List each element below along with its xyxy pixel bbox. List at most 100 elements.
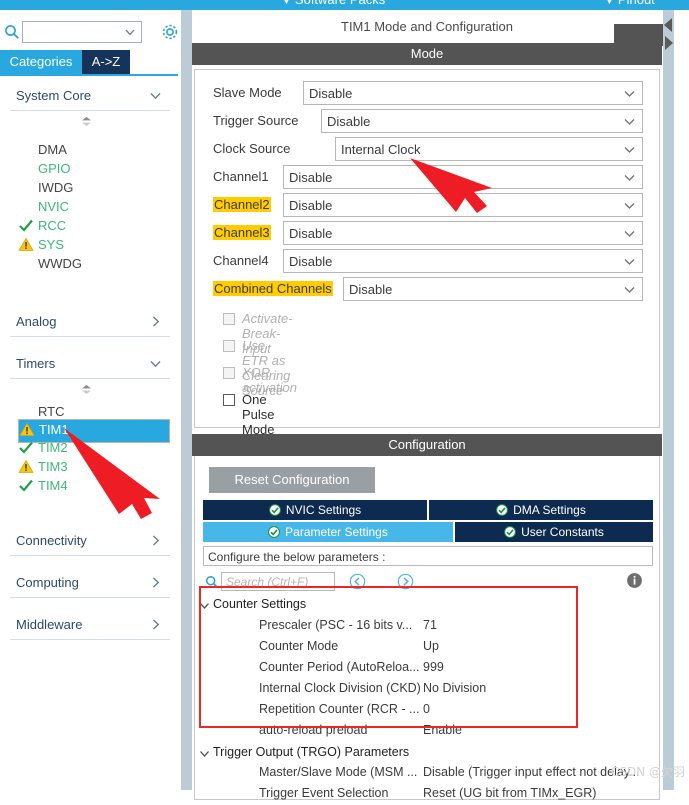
sidebar-group-connectivity[interactable]: Connectivity — [10, 527, 170, 555]
sidebar-item-dma[interactable]: DMA — [18, 140, 170, 159]
sidebar-item-gpio[interactable]: GPIO — [18, 159, 170, 178]
param-name: auto-reload preload — [259, 723, 368, 737]
param-value[interactable]: 999 — [423, 660, 444, 674]
tab-user-constants[interactable]: User Constants — [455, 522, 653, 542]
sidebar-item-label: RCC — [38, 218, 67, 233]
warning-icon — [19, 422, 35, 437]
channel1-select[interactable]: Disable — [283, 165, 643, 189]
chevron-down-icon[interactable] — [199, 600, 210, 611]
param-value[interactable]: Disable (Trigger input effect not delay.… — [423, 765, 640, 779]
field-channel4: Channel4 Disable — [213, 249, 643, 273]
circle-left-arrow-icon[interactable] — [349, 573, 366, 590]
chevron-down-icon — [623, 199, 636, 212]
check-circle-icon — [496, 502, 509, 516]
trigger-source-select[interactable]: Disable — [321, 109, 643, 133]
search-icon — [4, 24, 20, 40]
config-tab-row-1: NVIC Settings DMA Settings — [203, 500, 653, 520]
checkbox-box[interactable] — [223, 394, 235, 406]
scroll-up-icon[interactable] — [80, 116, 93, 127]
reset-configuration-button[interactable]: Reset Configuration — [209, 467, 375, 493]
sidebar-item-iwdg[interactable]: IWDG — [18, 178, 170, 197]
param-group-counter-settings[interactable]: Counter Settings — [195, 596, 645, 615]
collapse-right-icon[interactable] — [664, 36, 673, 50]
tab-dma-settings[interactable]: DMA Settings — [429, 500, 653, 520]
checkbox-box[interactable] — [223, 313, 235, 325]
sidebar-group-system-core[interactable]: System Core — [10, 82, 170, 110]
gear-icon[interactable] — [160, 22, 180, 42]
divider — [10, 597, 170, 598]
param-row-internal-clock-division[interactable]: Internal Clock Division (CKD) No Divisio… — [195, 681, 645, 700]
param-value[interactable]: Enable — [423, 723, 462, 737]
sidebar-group-computing[interactable]: Computing — [10, 569, 170, 597]
chevron-right-icon — [149, 576, 162, 589]
channel2-select[interactable]: Disable — [283, 193, 643, 217]
collapse-left-icon[interactable] — [664, 18, 673, 32]
param-row-counter-period[interactable]: Counter Period (AutoReloa... 999 — [195, 660, 645, 679]
checkbox-box[interactable] — [223, 367, 235, 379]
sidebar-item-label: DMA — [38, 142, 67, 157]
divider — [10, 555, 170, 556]
checkbox-box[interactable] — [223, 340, 235, 352]
sidebar-item-label: TIM3 — [38, 459, 68, 474]
chevron-down-icon — [623, 227, 636, 240]
panel-splitter[interactable] — [181, 10, 192, 790]
sidebar-group-label: Middleware — [16, 617, 83, 632]
check-circle-icon — [268, 524, 281, 538]
sidebar-item-label: GPIO — [38, 161, 71, 176]
param-value[interactable]: Up — [423, 639, 439, 653]
divider — [10, 378, 170, 379]
search-input[interactable]: Search (Ctrl+F) — [221, 572, 335, 591]
tab-categories[interactable]: Categories — [0, 50, 82, 74]
menu-item-pinout[interactable]: ▼ Pinout — [605, 0, 655, 7]
divider — [10, 639, 170, 640]
warning-icon — [18, 237, 34, 252]
clock-source-select[interactable]: Internal Clock — [335, 137, 643, 161]
info-icon[interactable] — [626, 572, 643, 589]
menu-item-software-packs[interactable]: ▼ Software Packs — [282, 0, 385, 7]
sidebar-item-rcc[interactable]: RCC — [18, 216, 170, 235]
right-panel-splitter[interactable] — [663, 10, 674, 790]
sidebar-item-label: SYS — [38, 237, 65, 252]
param-row-master-slave-mode[interactable]: Master/Slave Mode (MSM ... Disable (Trig… — [195, 765, 645, 784]
circle-right-arrow-icon[interactable] — [397, 573, 414, 590]
param-value[interactable]: 0 — [423, 702, 430, 716]
sidebar-item-tim3[interactable]: TIM3 — [18, 457, 170, 476]
param-value[interactable]: Reset (UG bit from TIMx_EGR) — [423, 786, 596, 800]
sidebar-group-timers[interactable]: Timers — [10, 350, 170, 378]
chevron-right-icon — [149, 534, 162, 547]
sidebar-group-analog[interactable]: Analog — [10, 308, 170, 336]
param-value[interactable]: No Division — [423, 681, 486, 695]
tab-parameter-settings[interactable]: Parameter Settings — [203, 522, 453, 542]
param-name: Counter Period (AutoReloa... — [259, 660, 420, 674]
param-value[interactable]: 71 — [423, 618, 437, 632]
combined-channels-select[interactable]: Disable — [343, 277, 643, 301]
chevron-down-icon[interactable] — [124, 26, 136, 38]
sidebar-item-tim2[interactable]: TIM2 — [18, 438, 170, 457]
sidebar-item-wwdg[interactable]: WWDG — [18, 254, 170, 273]
sidebar-search-combo[interactable] — [22, 21, 142, 43]
mode-band-extension — [614, 24, 663, 46]
tab-label: Parameter Settings — [285, 525, 388, 539]
sidebar-group-label: System Core — [16, 88, 92, 103]
mode-section-header: Mode — [192, 43, 662, 65]
slave-mode-select[interactable]: Disable — [303, 81, 643, 105]
param-group-trgo-parameters[interactable]: Trigger Output (TRGO) Parameters — [195, 744, 645, 763]
channel4-select[interactable]: Disable — [283, 249, 643, 273]
tab-nvic-settings[interactable]: NVIC Settings — [203, 500, 427, 520]
param-row-repetition-counter[interactable]: Repetition Counter (RCR - ... 0 — [195, 702, 645, 721]
param-row-prescaler[interactable]: Prescaler (PSC - 16 bits v... 71 — [195, 618, 645, 637]
sidebar-group-label: Computing — [16, 575, 79, 590]
tab-a-to-z[interactable]: A->Z — [82, 50, 130, 74]
param-row-counter-mode[interactable]: Counter Mode Up — [195, 639, 645, 658]
channel3-select[interactable]: Disable — [283, 221, 643, 245]
sidebar-item-sys[interactable]: SYS — [18, 235, 170, 254]
sidebar-item-nvic[interactable]: NVIC — [18, 197, 170, 216]
scroll-up-icon[interactable] — [80, 384, 93, 395]
sidebar-group-middleware[interactable]: Middleware — [10, 611, 170, 639]
chevron-down-icon[interactable] — [199, 748, 210, 759]
param-row-trigger-event-selection[interactable]: Trigger Event Selection Reset (UG bit fr… — [195, 786, 645, 805]
watermark: CSDN @欠羽 — [610, 765, 685, 779]
param-row-auto-reload-preload[interactable]: auto-reload preload Enable — [195, 723, 645, 742]
sidebar-item-tim4[interactable]: TIM4 — [18, 476, 170, 495]
field-trigger-source: Trigger Source Disable — [213, 109, 643, 133]
